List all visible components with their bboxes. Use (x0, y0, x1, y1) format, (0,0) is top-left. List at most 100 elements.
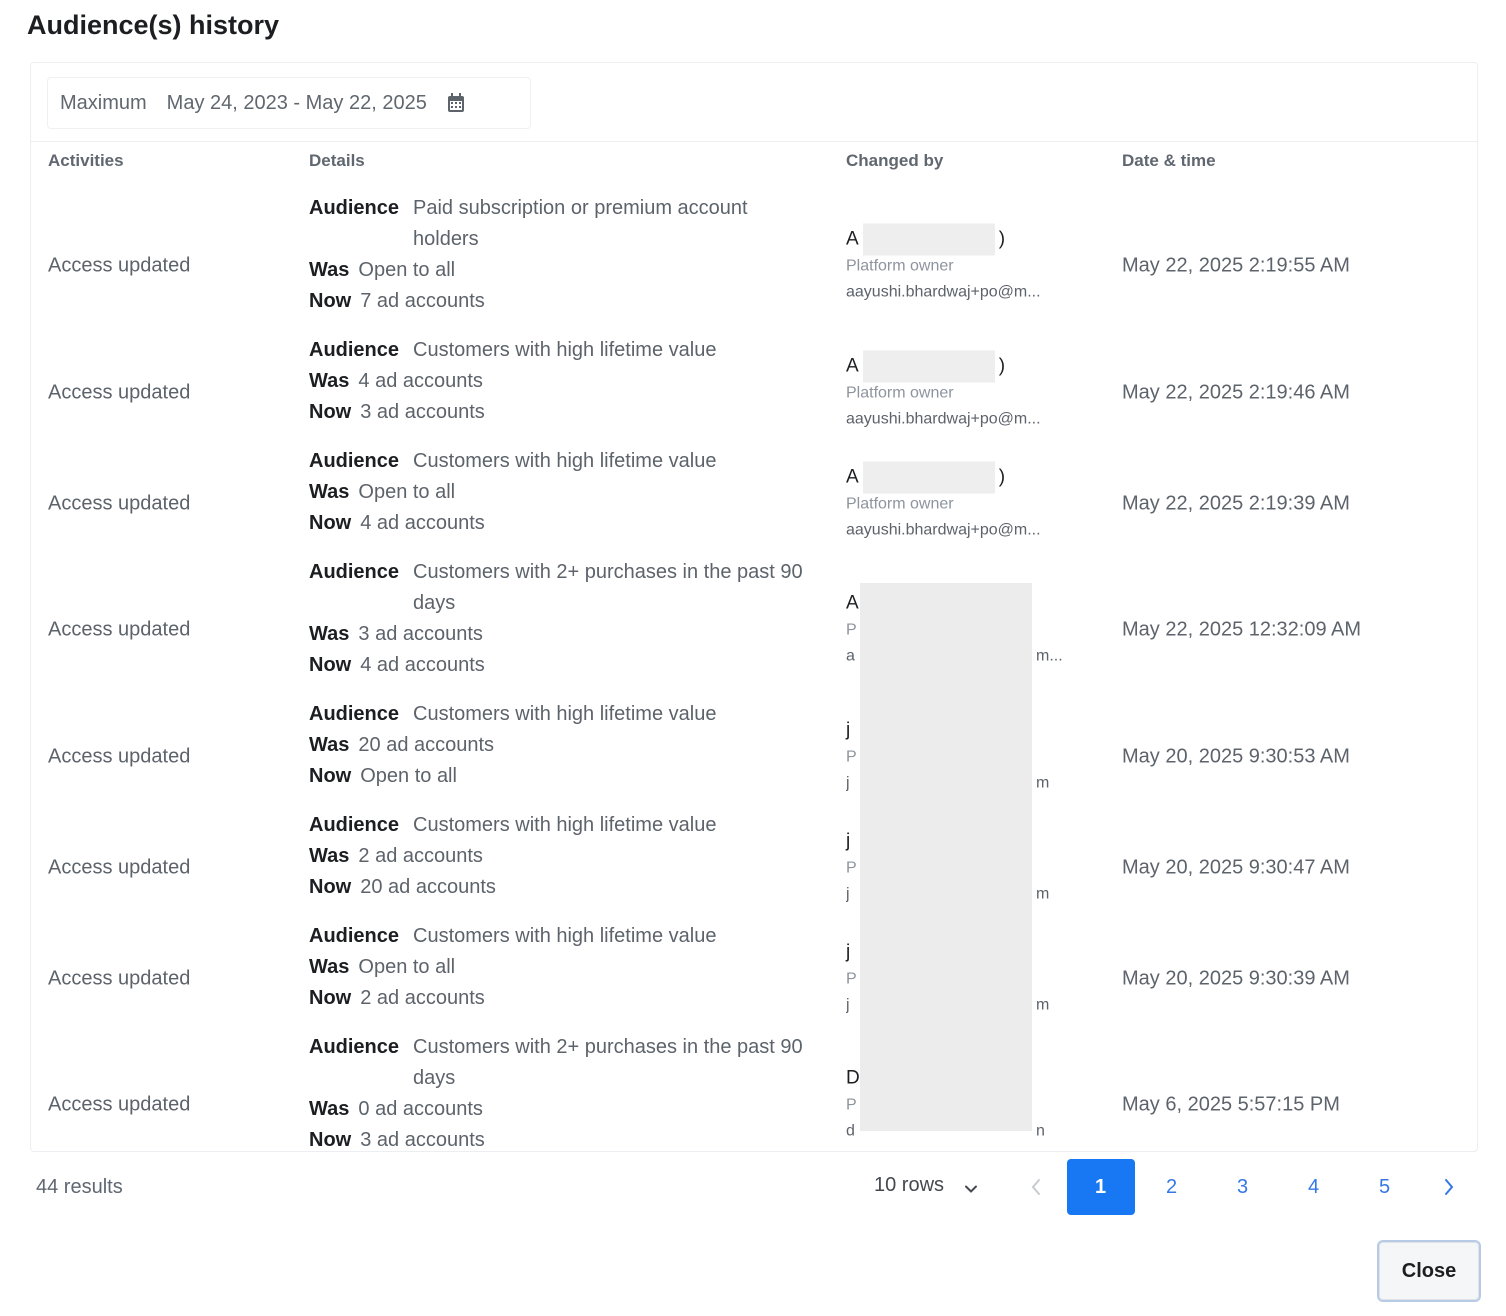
table-header: Activities Details Changed by Date & tim… (31, 151, 1477, 175)
rows-per-page-select[interactable]: 10 rows (874, 1174, 978, 1197)
table-row: Access updated Audience Customers with hi… (31, 800, 1477, 911)
next-page-button[interactable] (1433, 1159, 1465, 1215)
date-time-cell: May 20, 2025 9:30:53 AM (1122, 745, 1350, 767)
header-details: Details (309, 151, 365, 170)
page-button-2[interactable]: 2 (1138, 1159, 1206, 1215)
header-changed-by: Changed by (846, 151, 944, 170)
activity-cell: Access updated (48, 254, 191, 277)
changed-by-tail: m (1036, 885, 1050, 902)
changed-by-name-start: A (846, 355, 859, 376)
changed-by-cell: A) Platform owner aayushi.bhardwaj+po@m.… (846, 223, 1086, 306)
page-button-3[interactable]: 3 (1209, 1159, 1277, 1215)
changed-by-name-start: A (846, 228, 859, 250)
changed-by-tail: m... (1036, 647, 1063, 665)
table-body: Access updated Audience Paid subscription… (31, 183, 1477, 1151)
now-label: Now (309, 512, 352, 534)
audience-value: Customers with high lifetime value (413, 450, 717, 472)
now-value: 4 ad accounts (360, 512, 485, 534)
page-button-5[interactable]: 5 (1351, 1159, 1419, 1215)
now-label: Now (309, 987, 352, 1009)
date-range: May 24, 2023 - May 22, 2025 (166, 91, 427, 114)
changed-by-role: Platform owner (846, 384, 954, 401)
changed-by-cell: A) Platform owner aayushi.bhardwaj+po@m.… (846, 461, 1086, 543)
table-row: Access updated Audience Paid subscription… (31, 183, 1477, 325)
now-value: 7 ad accounts (360, 290, 485, 312)
now-value: 3 ad accounts (360, 401, 485, 423)
audience-label: Audience (309, 561, 400, 583)
activity-cell: Access updated (48, 856, 191, 878)
page-numbers: 12345 (1065, 1159, 1420, 1215)
now-label: Now (309, 1129, 352, 1151)
table-row: Access updated Audience Customers with hi… (31, 325, 1477, 436)
was-label: Was (309, 623, 350, 645)
audience-label: Audience (309, 1036, 400, 1058)
was-value: 4 ad accounts (358, 370, 483, 392)
activity-cell: Access updated (48, 381, 191, 403)
audience-label: Audience (309, 197, 400, 219)
was-value: 3 ad accounts (358, 623, 483, 645)
calendar-icon[interactable] (447, 93, 465, 113)
changed-by-email: aayushi.bhardwaj+po@m... (846, 410, 1041, 427)
changed-by-name: A) (846, 461, 1086, 493)
changed-by-tail: m (1036, 774, 1050, 791)
changed-by-role: Platform owner (846, 257, 954, 275)
now-label: Now (309, 765, 352, 787)
audience-label: Audience (309, 339, 400, 361)
was-value: 20 ad accounts (358, 734, 495, 756)
audience-value: Customers with 2+ purchases in the past … (413, 561, 803, 614)
history-panel: Maximum May 24, 2023 - May 22, 2025 Acti… (30, 62, 1478, 1152)
date-time-cell: May 6, 2025 5:57:15 PM (1122, 1093, 1340, 1116)
date-time-cell: May 22, 2025 2:19:55 AM (1122, 254, 1350, 277)
changed-by-email: aayushi.bhardwaj+po@m... (846, 521, 1041, 538)
rows-per-page-label: 10 rows (874, 1174, 945, 1196)
audience-value: Customers with 2+ purchases in the past … (413, 1036, 803, 1089)
changed-by-name-start: A (846, 466, 859, 487)
table-row: Access updated Audience Customers with hi… (31, 911, 1477, 1022)
now-label: Now (309, 876, 352, 898)
now-label: Now (309, 290, 352, 312)
now-value: 2 ad accounts (360, 987, 485, 1009)
results-count: 44 results (36, 1176, 123, 1198)
was-value: Open to all (358, 259, 456, 281)
details-cell: Audience Paid subscription or premium acc… (309, 193, 809, 317)
filter-divider (31, 141, 1477, 142)
changed-by-role: Platform owner (846, 495, 954, 512)
page-button-1[interactable]: 1 (1066, 1159, 1135, 1215)
close-button[interactable]: Close (1377, 1240, 1481, 1302)
changed-by-name: A) (846, 223, 1086, 256)
date-time-cell: May 20, 2025 9:30:47 AM (1122, 856, 1350, 878)
now-value: 4 ad accounts (360, 654, 485, 676)
was-value: Open to all (358, 956, 456, 978)
now-value: 20 ad accounts (360, 876, 496, 898)
page-button-4[interactable]: 4 (1280, 1159, 1348, 1215)
was-value: Open to all (358, 481, 456, 503)
header-activities: Activities (48, 151, 124, 170)
details-cell: Audience Customers with high lifetime val… (309, 335, 809, 428)
was-label: Was (309, 481, 350, 503)
changed-by-email: aayushi.bhardwaj+po@m... (846, 283, 1041, 301)
redacted-name (862, 223, 995, 256)
was-label: Was (309, 734, 350, 756)
audience-label: Audience (309, 703, 400, 725)
was-label: Was (309, 370, 350, 392)
activity-cell: Access updated (48, 967, 191, 989)
activity-cell: Access updated (48, 492, 191, 514)
changed-by-name-end: ) (998, 355, 1006, 376)
audience-value: Customers with high lifetime value (413, 703, 717, 725)
was-value: 2 ad accounts (358, 845, 483, 867)
changed-by-cell: A) Platform owner aayushi.bhardwaj+po@m.… (846, 350, 1086, 432)
activity-cell: Access updated (48, 745, 191, 767)
now-label: Now (309, 654, 352, 676)
details-cell: Audience Customers with 2+ purchases in t… (309, 1032, 809, 1151)
was-label: Was (309, 956, 350, 978)
date-preset: Maximum (60, 91, 147, 114)
date-time-cell: May 22, 2025 2:19:39 AM (1122, 492, 1350, 514)
was-label: Was (309, 1098, 350, 1120)
header-date-time: Date & time (1122, 151, 1216, 170)
previous-page-button[interactable] (1020, 1159, 1052, 1215)
date-range-filter[interactable]: Maximum May 24, 2023 - May 22, 2025 (47, 77, 531, 129)
audience-value: Customers with high lifetime value (413, 925, 717, 947)
table-row: Access updated Audience Customers with 2+… (31, 1022, 1477, 1151)
details-cell: Audience Customers with high lifetime val… (309, 699, 809, 792)
details-cell: Audience Customers with high lifetime val… (309, 921, 809, 1014)
